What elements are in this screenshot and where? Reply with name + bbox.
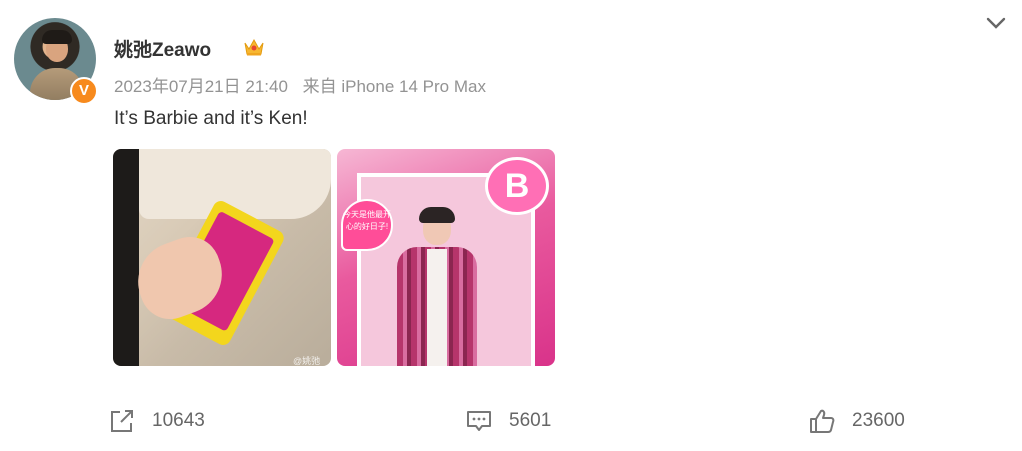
- photo-speech-bubble: 今天是他最开心的好日子!: [341, 199, 393, 251]
- post-text: It’s Barbie and it’s Ken!: [114, 108, 308, 129]
- post-source: 来自 iPhone 14 Pro Max: [302, 77, 486, 96]
- comment-button[interactable]: 5601: [465, 406, 551, 436]
- photo-person-hair: [419, 207, 455, 223]
- comment-icon: [467, 411, 491, 431]
- verified-badge-icon: V: [70, 77, 98, 105]
- username[interactable]: 姚弛Zeawo: [114, 35, 211, 62]
- like-count: 23600: [852, 410, 905, 431]
- repost-count: 10643: [152, 410, 205, 431]
- like-button[interactable]: 23600: [808, 406, 905, 436]
- image-watermark: @姚弛Zeawo: [293, 356, 321, 366]
- crown-icon: [244, 38, 264, 56]
- post-datetime[interactable]: 2023年07月21日 21:40: [114, 77, 288, 96]
- photo-person: [397, 207, 477, 366]
- barbie-logo: B: [485, 157, 549, 215]
- avatar-hair: [42, 30, 72, 44]
- post-image-ken[interactable]: 今天是他最开心的好日子! B: [337, 149, 555, 366]
- repost-button[interactable]: 10643: [108, 406, 205, 436]
- share-icon: [111, 410, 133, 432]
- thumbs-up-icon: [810, 409, 835, 433]
- post-image-phone[interactable]: @姚弛Zeawo: [113, 149, 331, 366]
- comment-count: 5601: [509, 410, 552, 431]
- chevron-down-icon[interactable]: [985, 12, 1007, 34]
- post-meta: 2023年07月21日 21:40 来自 iPhone 14 Pro Max: [114, 72, 496, 97]
- photo-shadow-edge: [113, 149, 139, 366]
- photo-person-tee: [427, 249, 447, 366]
